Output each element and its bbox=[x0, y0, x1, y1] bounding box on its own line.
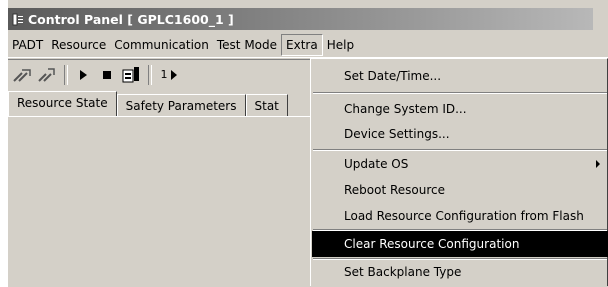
menu-item-label: Set Date/Time... bbox=[344, 69, 442, 83]
single-step-icon[interactable]: 1 bbox=[156, 64, 182, 86]
window-left-edge bbox=[0, 0, 8, 286]
menu-item-clear-resource-configuration[interactable]: Clear Resource Configuration bbox=[312, 231, 608, 257]
window-title: Control Panel [ GPLC1600_1 ] bbox=[28, 11, 234, 27]
menu-item-label: Reboot Resource bbox=[344, 183, 446, 197]
play-icon[interactable] bbox=[72, 64, 94, 86]
menu-item-label: Load Resource Configuration from Flash bbox=[344, 209, 584, 223]
submenu-arrow-icon bbox=[596, 160, 600, 168]
menu-padt[interactable]: PADT bbox=[8, 34, 47, 56]
menu-communication[interactable]: Communication bbox=[110, 34, 213, 56]
menu-test-mode[interactable]: Test Mode bbox=[213, 34, 281, 56]
menu-item-reboot-resource[interactable]: Reboot Resource bbox=[312, 177, 608, 203]
menu-item-label: Device Settings... bbox=[344, 127, 450, 141]
extra-dropdown-menu: Set Date/Time... Change System ID... Dev… bbox=[310, 58, 608, 286]
toolbar-separator bbox=[64, 64, 68, 85]
menu-item-label: Set Backplane Type bbox=[344, 265, 462, 279]
menu-resource[interactable]: Resource bbox=[47, 34, 110, 56]
menu-bar: PADT Resource Communication Test Mode Ex… bbox=[8, 32, 608, 58]
toolbar-separator bbox=[148, 64, 152, 85]
menu-item-device-settings[interactable]: Device Settings... bbox=[312, 121, 608, 147]
connect-icon[interactable] bbox=[12, 64, 34, 86]
menu-help[interactable]: Help bbox=[323, 34, 358, 56]
download-icon[interactable] bbox=[120, 64, 142, 86]
stop-icon[interactable] bbox=[96, 64, 118, 86]
menu-item-label: Update OS bbox=[344, 157, 409, 171]
menu-item-label: Clear Resource Configuration bbox=[344, 237, 520, 251]
tab-stat[interactable]: Stat bbox=[245, 94, 288, 116]
tab-safety-parameters[interactable]: Safety Parameters bbox=[116, 94, 246, 116]
tab-resource-state[interactable]: Resource State bbox=[8, 91, 117, 116]
menu-item-update-os[interactable]: Update OS bbox=[312, 151, 608, 177]
menu-item-load-resource-configuration[interactable]: Load Resource Configuration from Flash bbox=[312, 203, 608, 229]
single-step-label: 1 bbox=[160, 68, 168, 81]
menu-separator bbox=[313, 92, 607, 94]
menu-item-set-backplane-type[interactable]: Set Backplane Type bbox=[312, 259, 608, 285]
menu-item-set-date-time[interactable]: Set Date/Time... bbox=[312, 63, 608, 89]
menu-item-label: Change System ID... bbox=[344, 102, 467, 116]
app-icon bbox=[12, 13, 24, 26]
menu-item-change-system-id[interactable]: Change System ID... bbox=[312, 96, 608, 122]
disconnect-icon[interactable] bbox=[36, 64, 58, 86]
menu-extra[interactable]: Extra bbox=[281, 33, 323, 56]
title-bar[interactable]: Control Panel [ GPLC1600_1 ] bbox=[8, 8, 593, 30]
